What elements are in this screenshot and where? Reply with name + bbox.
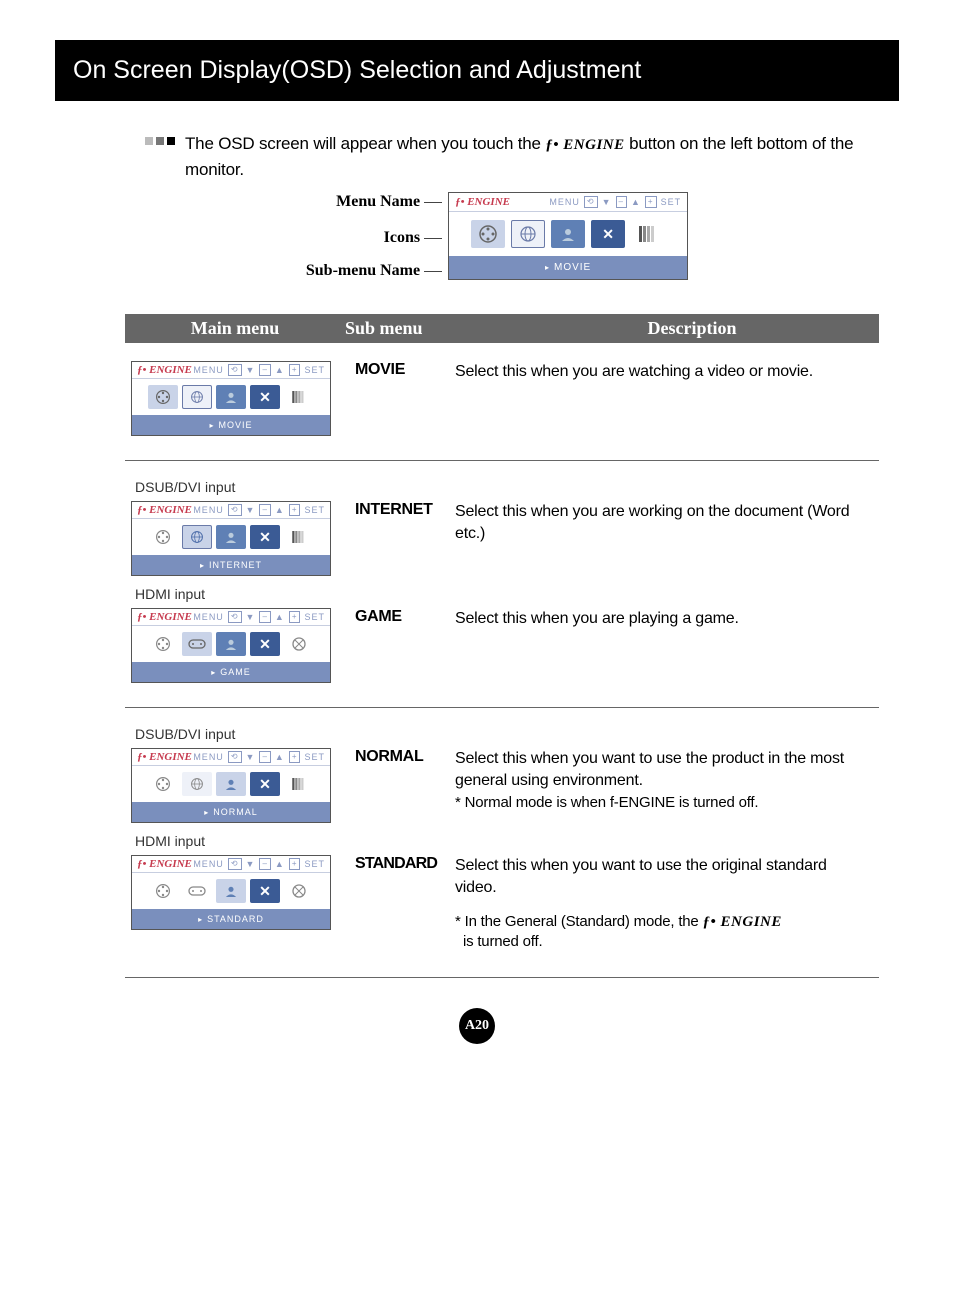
osd-preview-internet: ƒ• ENGINEMENU⟲▼–▲+SET ✕ ▸INTERNET: [131, 501, 331, 576]
film-reel-icon: [148, 525, 178, 549]
film-reel-icon: [148, 879, 178, 903]
osd-preview-game: ƒ• ENGINEMENU⟲▼–▲+SET ✕ ▸GAME: [131, 608, 331, 683]
desc-standard: Select this when you want to use the ori…: [455, 855, 869, 898]
bars-icon: [631, 220, 665, 248]
gamepad-icon: [182, 632, 212, 656]
th-sub: Sub menu: [345, 318, 505, 339]
gamepad-icon: [182, 879, 212, 903]
bullet-icon: [145, 137, 175, 145]
hdmi-label-2: HDMI input: [135, 833, 879, 849]
desc-normal: Select this when you want to use the pro…: [455, 748, 869, 791]
note-standard: * In the General (Standard) mode, the ƒ•…: [455, 912, 869, 953]
x-icon: ✕: [250, 525, 280, 549]
osd-preview-movie: ƒ• ENGINE MENU⟲▼–▲+SET ✕ ▸MOVIE: [131, 361, 331, 436]
portrait-icon: [216, 525, 246, 549]
desc-movie: Select this when you are watching a vide…: [455, 361, 879, 383]
portrait-icon: [216, 385, 246, 409]
portrait-icon: [216, 772, 246, 796]
dsub-dvi-label: DSUB/DVI input: [135, 479, 879, 495]
submenu-game: GAME: [355, 608, 455, 626]
osd-footer-label: MOVIE: [554, 262, 591, 273]
submenu-standard: STANDARD: [355, 855, 455, 873]
osd-nav: MENU⟲ ▼– ▲+ SET: [549, 196, 681, 208]
desc-internet: Select this when you are working on the …: [455, 501, 879, 544]
intro-text: The OSD screen will appear when you touc…: [185, 131, 869, 182]
intro-row: The OSD screen will appear when you touc…: [55, 131, 899, 182]
film-reel-icon: [148, 385, 178, 409]
x-icon: ✕: [250, 385, 280, 409]
note-normal: * Normal mode is when f-ENGINE is turned…: [455, 793, 869, 813]
table-header: Main menu Sub menu Description: [125, 314, 879, 343]
f-engine-button-label: ƒ• ENGINE: [545, 137, 624, 153]
globe-icon: [182, 772, 212, 796]
sport-icon: [284, 632, 314, 656]
bars-icon: [284, 772, 314, 796]
globe-icon: [511, 220, 545, 248]
entry-normal-standard: DSUB/DVI input ƒ• ENGINEMENU⟲▼–▲+SET ✕ ▸…: [125, 708, 879, 978]
submenu-movie: MOVIE: [355, 361, 455, 379]
x-icon: ✕: [250, 879, 280, 903]
page-title: On Screen Display(OSD) Selection and Adj…: [73, 56, 641, 84]
osd-diagram: Menu Name Icons Sub-menu Name ƒ• ENGINE …: [55, 192, 899, 284]
th-desc: Description: [505, 318, 879, 339]
desc-game: Select this when you are playing a game.: [455, 608, 879, 630]
submenu-name-label: Sub-menu Name: [306, 262, 420, 280]
portrait-icon: [216, 879, 246, 903]
globe-icon: [182, 525, 212, 549]
x-icon: ✕: [591, 220, 625, 248]
globe-icon: [182, 385, 212, 409]
menu-name-label: Menu Name: [336, 193, 420, 211]
page-title-bar: On Screen Display(OSD) Selection and Adj…: [55, 40, 899, 101]
dsub-dvi-label-2: DSUB/DVI input: [135, 726, 879, 742]
osd-preview-standard: ƒ• ENGINEMENU⟲▼–▲+SET ✕ ▸STANDARD: [131, 855, 331, 930]
hdmi-label: HDMI input: [135, 586, 879, 602]
th-main: Main menu: [125, 318, 345, 339]
film-reel-icon: [148, 772, 178, 796]
portrait-icon: [216, 632, 246, 656]
x-icon: ✕: [250, 632, 280, 656]
icons-label: Icons: [384, 229, 420, 247]
sport-icon: [284, 879, 314, 903]
film-reel-icon: [471, 220, 505, 248]
submenu-internet: INTERNET: [355, 501, 455, 519]
x-icon: ✕: [250, 772, 280, 796]
submenu-normal: NORMAL: [355, 748, 455, 766]
entry-internet-game: DSUB/DVI input ƒ• ENGINEMENU⟲▼–▲+SET ✕ ▸…: [125, 461, 879, 708]
osd-title: ƒ• ENGINE: [455, 196, 510, 208]
portrait-icon: [551, 220, 585, 248]
page-number-badge: A20: [459, 1008, 495, 1044]
osd-preview-normal: ƒ• ENGINEMENU⟲▼–▲+SET ✕ ▸NORMAL: [131, 748, 331, 823]
osd-preview-main: ƒ• ENGINE MENU⟲ ▼– ▲+ SET ✕: [448, 192, 688, 280]
bars-icon: [284, 385, 314, 409]
film-reel-icon: [148, 632, 178, 656]
entry-movie: ƒ• ENGINE MENU⟲▼–▲+SET ✕ ▸MOVIE MOVIE Se…: [125, 343, 879, 461]
bars-icon: [284, 525, 314, 549]
